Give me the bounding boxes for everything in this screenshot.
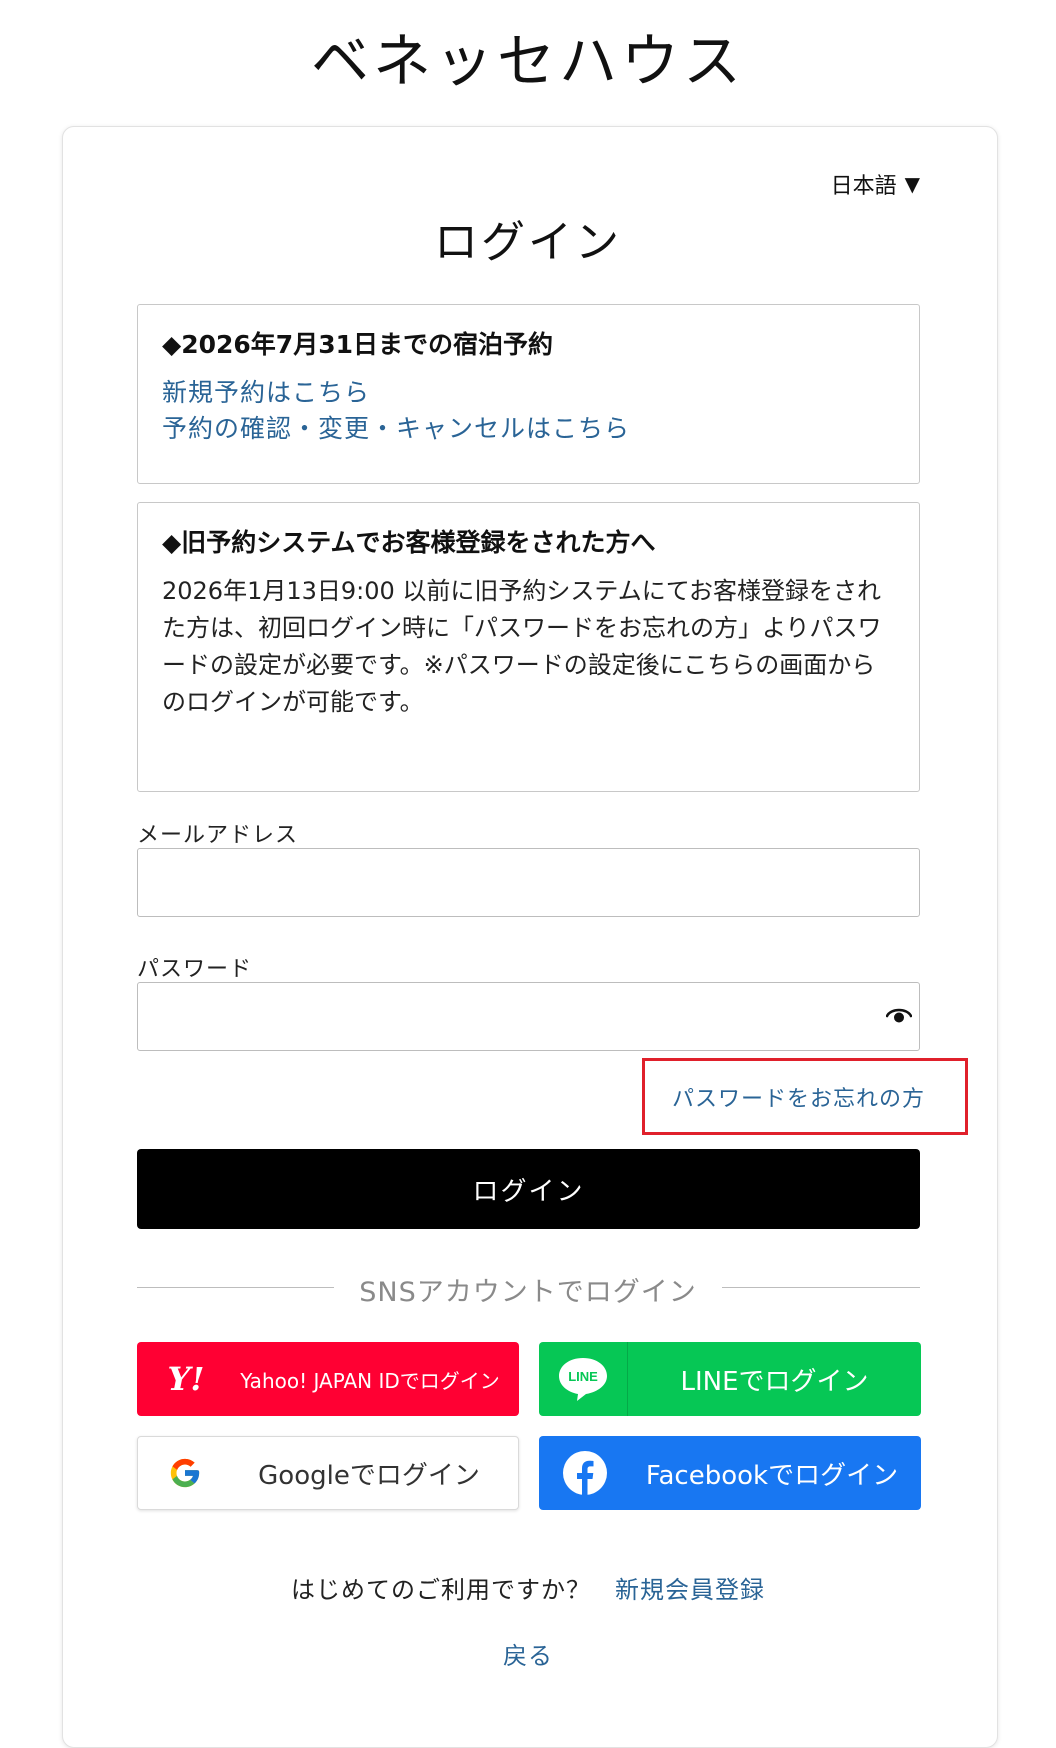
language-label: 日本語 bbox=[830, 174, 897, 199]
email-label: メールアドレス bbox=[137, 823, 299, 848]
manage-reservation-link[interactable]: 予約の確認・変更・キャンセルはこちら bbox=[162, 411, 895, 447]
line-login-button[interactable]: LINE LINEでログイン bbox=[539, 1342, 921, 1416]
facebook-login-label: Facebookでログイン bbox=[645, 1460, 899, 1491]
legacy-notice-heading: ◆旧予約システムでお客様登録をされた方へ bbox=[162, 528, 656, 557]
first-time-text: はじめてのご利用ですか？ bbox=[291, 1576, 591, 1604]
legacy-notice-body: 2026年1月13日9:00 以前に旧予約システムにてお客様登録をされた方は、初… bbox=[162, 577, 882, 716]
google-login-label: Googleでログイン bbox=[258, 1460, 480, 1491]
password-label: パスワード bbox=[137, 957, 253, 982]
first-time-row: はじめてのご利用ですか？ 新規会員登録 bbox=[0, 1570, 1056, 1605]
facebook-login-button[interactable]: Facebookでログイン bbox=[539, 1436, 921, 1510]
divider-right bbox=[722, 1287, 920, 1288]
google-logo-icon bbox=[138, 1456, 220, 1490]
login-button[interactable]: ログイン bbox=[137, 1149, 920, 1229]
svg-text:LINE: LINE bbox=[568, 1369, 598, 1384]
new-reservation-link[interactable]: 新規予約はこちら bbox=[162, 375, 895, 411]
reservation-notice-heading: ◆2026年7月31日までの宿泊予約 bbox=[162, 330, 553, 359]
brand-title: ベネッセハウス bbox=[310, 27, 745, 95]
forgot-password-link[interactable]: パスワードをお忘れの方 bbox=[672, 1081, 925, 1113]
sns-divider-label: SNSアカウントでログイン bbox=[359, 1277, 697, 1308]
line-login-label: LINEでログイン bbox=[680, 1366, 869, 1397]
password-field[interactable] bbox=[137, 982, 920, 1051]
reservation-notice: ◆2026年7月31日までの宿泊予約 新規予約はこちら 予約の確認・変更・キャン… bbox=[137, 304, 920, 484]
back-link[interactable]: 戻る bbox=[0, 1636, 1056, 1671]
yahoo-login-label: Yahoo! JAPAN IDでログイン bbox=[240, 1368, 500, 1393]
yahoo-login-button[interactable]: Y! Yahoo! JAPAN IDでログイン bbox=[137, 1342, 519, 1416]
register-link[interactable]: 新規会員登録 bbox=[615, 1576, 765, 1604]
caret-down-icon: ▼ bbox=[904, 172, 920, 196]
language-selector[interactable]: 日本語 ▼ bbox=[831, 168, 920, 200]
legacy-system-notice: ◆旧予約システムでお客様登録をされた方へ 2026年1月13日9:00 以前に旧… bbox=[137, 502, 920, 792]
line-logo-icon: LINE bbox=[539, 1342, 628, 1416]
divider-left bbox=[137, 1287, 334, 1288]
facebook-logo-icon bbox=[539, 1450, 623, 1496]
google-login-button[interactable]: Googleでログイン bbox=[137, 1436, 519, 1510]
yahoo-logo-icon: Y! bbox=[167, 1360, 205, 1398]
email-field[interactable] bbox=[137, 848, 920, 917]
page-title: ログイン bbox=[434, 217, 622, 268]
show-password-icon[interactable] bbox=[886, 1005, 912, 1025]
